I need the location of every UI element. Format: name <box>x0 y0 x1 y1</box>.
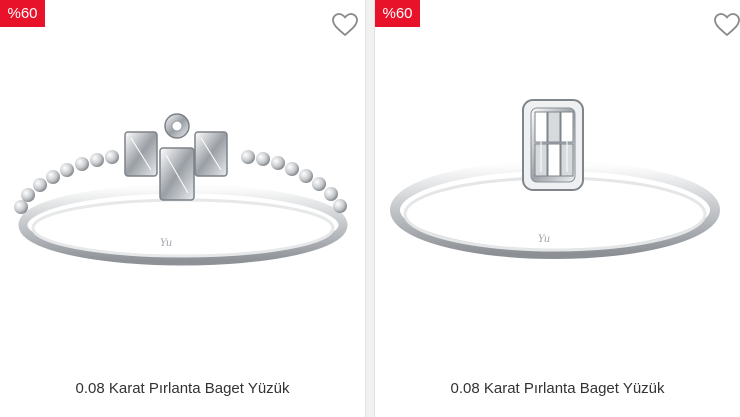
product-image[interactable]: Yu <box>0 60 365 300</box>
svg-text:Yu: Yu <box>538 234 550 245</box>
product-card[interactable]: %60 Yu 0.08 Karat Pırlanta Baget Yüzük <box>375 0 740 417</box>
product-card[interactable]: %60 Yu 0.08 Karat Pırlanta Baget Yüzük <box>0 0 365 417</box>
heart-outline-icon[interactable] <box>330 10 360 40</box>
svg-text:Yu: Yu <box>160 238 172 249</box>
product-grid: %60 Yu 0.08 Karat Pırlanta Baget Yüzük %… <box>0 0 740 417</box>
product-title[interactable]: 0.08 Karat Pırlanta Baget Yüzük <box>0 380 365 397</box>
heart-outline-icon[interactable] <box>712 10 740 40</box>
card-divider <box>365 0 375 417</box>
product-image[interactable]: Yu <box>375 60 740 300</box>
discount-badge: %60 <box>375 0 420 27</box>
discount-badge: %60 <box>0 0 45 27</box>
product-title[interactable]: 0.08 Karat Pırlanta Baget Yüzük <box>375 380 740 397</box>
